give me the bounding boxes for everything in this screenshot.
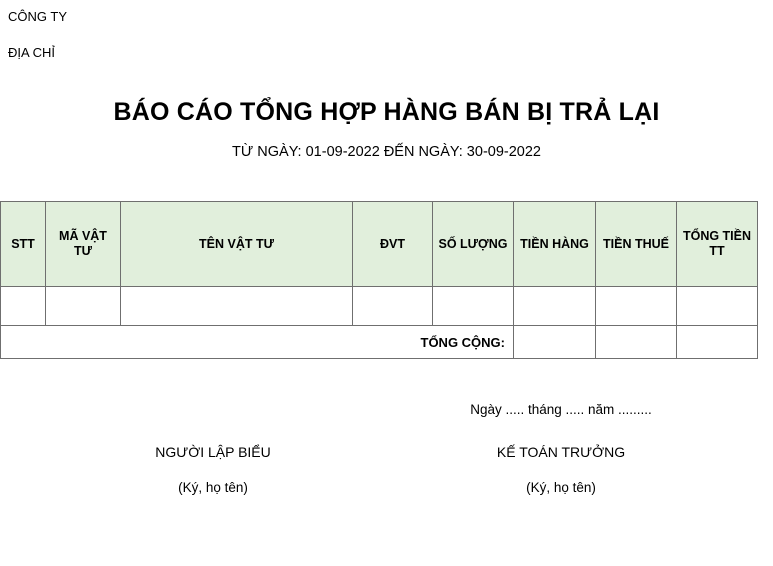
- table-body: TỔNG CỘNG:: [0, 286, 758, 359]
- total-tien-thue: [595, 325, 677, 359]
- report-page: CÔNG TY ĐỊA CHỈ BÁO CÁO TỔNG HỢP HÀNG BÁ…: [0, 0, 773, 566]
- signature-block-preparer: NGƯỜI LẬP BIỂU (Ký, họ tên): [48, 443, 378, 497]
- company-header: CÔNG TY ĐỊA CHỈ: [0, 0, 773, 61]
- table-total-row: TỔNG CỘNG:: [0, 325, 758, 359]
- signature-area: Ngày ..... tháng ..... năm ......... NGƯ…: [0, 401, 773, 521]
- report-period-label: TỪ NGÀY: 01-09-2022 ĐẾN NGÀY: 30-09-2022: [232, 144, 541, 160]
- signature-date-line: Ngày ..... tháng ..... năm .........: [470, 402, 652, 417]
- cell-tien-hang: [513, 286, 596, 326]
- page-title: BÁO CÁO TỔNG HỢP HÀNG BÁN BỊ TRẢ LẠI: [113, 98, 660, 126]
- column-header-tien-hang: TIỀN HÀNG: [513, 201, 596, 287]
- signature-role-preparer: NGƯỜI LẬP BIỂU: [155, 444, 271, 460]
- cell-ten-vat-tu: [120, 286, 353, 326]
- column-header-ten-vat-tu: TÊN VẬT TƯ: [120, 201, 353, 287]
- table-row: [0, 286, 758, 326]
- cell-tong-tien: [676, 286, 758, 326]
- column-header-so-luong: SỐ LƯỢNG: [432, 201, 514, 287]
- cell-so-luong: [432, 286, 514, 326]
- company-address-label: ĐỊA CHỈ: [8, 45, 55, 60]
- column-header-ma-vat-tu: MÃ VẬT TƯ: [45, 201, 121, 287]
- table-header: STT MÃ VẬT TƯ TÊN VẬT TƯ ĐVT SỐ LƯỢNG TI…: [0, 201, 758, 287]
- cell-dvt: [352, 286, 433, 326]
- column-header-tong-tien: TỔNG TIỀN TT: [676, 201, 758, 287]
- company-name-label: CÔNG TY: [8, 9, 67, 24]
- cell-ma-vat-tu: [45, 286, 121, 326]
- report-table: STT MÃ VẬT TƯ TÊN VẬT TƯ ĐVT SỐ LƯỢNG TI…: [0, 201, 758, 359]
- report-table-container: STT MÃ VẬT TƯ TÊN VẬT TƯ ĐVT SỐ LƯỢNG TI…: [0, 201, 773, 359]
- signature-block-chief-accountant: KẾ TOÁN TRƯỞNG (Ký, họ tên): [396, 443, 726, 497]
- cell-stt: [0, 286, 46, 326]
- total-row-label: TỔNG CỘNG:: [0, 325, 514, 359]
- total-tong-tien: [676, 325, 758, 359]
- title-block: BÁO CÁO TỔNG HỢP HÀNG BÁN BỊ TRẢ LẠI TỪ …: [0, 97, 773, 161]
- table-header-row: STT MÃ VẬT TƯ TÊN VẬT TƯ ĐVT SỐ LƯỢNG TI…: [0, 201, 758, 287]
- column-header-tien-thue: TIỀN THUẾ: [595, 201, 677, 287]
- column-header-dvt: ĐVT: [352, 201, 433, 287]
- total-tien-hang: [513, 325, 596, 359]
- cell-tien-thue: [595, 286, 677, 326]
- signature-note-chief-accountant: (Ký, họ tên): [526, 480, 596, 495]
- signature-note-preparer: (Ký, họ tên): [178, 480, 248, 495]
- signature-role-chief-accountant: KẾ TOÁN TRƯỞNG: [496, 444, 626, 460]
- column-header-stt: STT: [0, 201, 46, 287]
